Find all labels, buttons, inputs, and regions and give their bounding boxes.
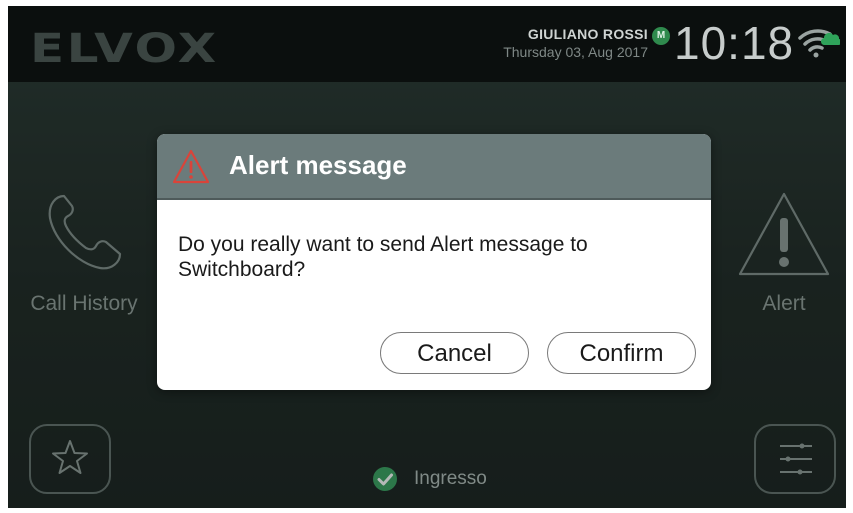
user-badge: M [652, 27, 670, 45]
user-info: GIULIANO ROSSI Thursday 03, Aug 2017 [503, 26, 648, 60]
top-bar: ELVOX GIULIANO ROSSI Thursday 03, Aug 20… [8, 6, 846, 82]
dialog-title: Alert message [229, 150, 407, 180]
dialog-header: Alert message [157, 134, 711, 200]
confirm-button[interactable]: Confirm [547, 332, 696, 374]
cancel-button[interactable]: Cancel [380, 332, 529, 374]
intercom-screen: ELVOX GIULIANO ROSSI Thursday 03, Aug 20… [8, 6, 846, 508]
clock-time: 10:18 [674, 17, 795, 69]
wifi-cloud-icon [798, 29, 840, 58]
current-date: Thursday 03, Aug 2017 [503, 44, 648, 60]
alert-dialog: Alert message Do you really want to send… [157, 134, 711, 390]
brand-logo: ELVOX [30, 26, 219, 72]
warning-icon [172, 149, 210, 184]
dialog-message: Do you really want to send Alert message… [178, 233, 588, 281]
user-name: GIULIANO ROSSI [527, 26, 648, 42]
